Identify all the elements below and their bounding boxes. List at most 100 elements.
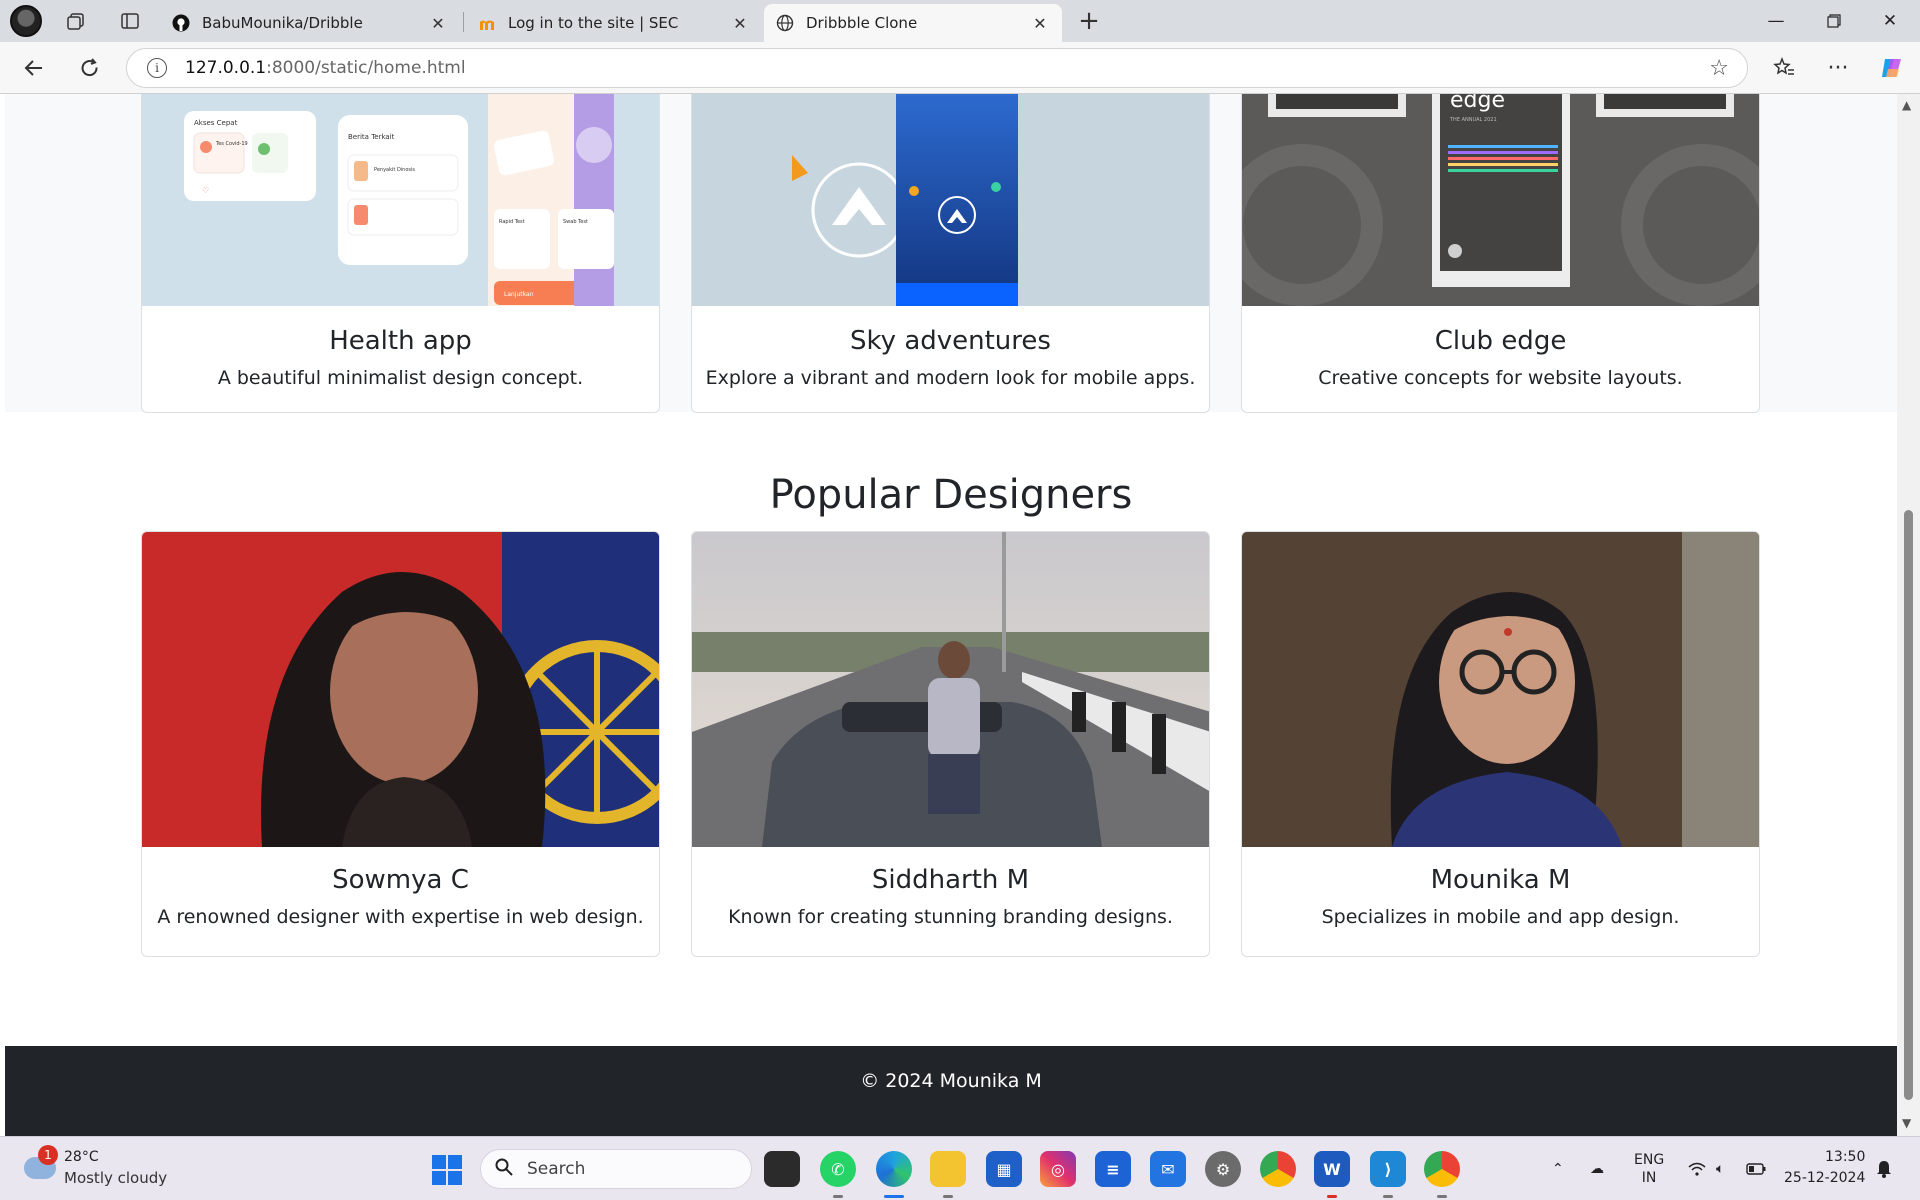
favorites-icon[interactable] [1766,50,1802,86]
shot-title: Club edge [1434,326,1567,356]
mock-text: edge [1450,94,1505,113]
language-code: ENG [1634,1152,1665,1168]
profile-avatar-icon[interactable] [10,5,42,37]
scrollbar-thumb[interactable] [1904,510,1913,1100]
workspaces-icon[interactable] [58,4,94,38]
file-explorer-icon[interactable] [930,1151,966,1187]
site-info-icon[interactable]: i [147,58,167,78]
wifi-icon[interactable] [1688,1137,1706,1200]
favorite-star-icon[interactable]: ☆ [1709,56,1729,81]
mock-text: ♡ [202,186,209,195]
designer-photo [692,532,1209,847]
shot-description: A beautiful minimalist design concept. [217,367,584,389]
designer-bio: A renowned designer with expertise in we… [157,906,644,928]
back-arrow-icon[interactable] [16,50,52,86]
tab-title: Log in to the site | SEC [508,14,679,32]
designer-bio: Known for creating stunning branding des… [728,906,1173,928]
notepad-icon[interactable]: ≡ [1095,1151,1131,1187]
word-icon[interactable]: W [1314,1151,1350,1187]
shot-title: Sky adventures [850,326,1051,356]
shot-card-health-app[interactable]: Akses Cepat Tes Covid-19 ♡ Berita Terkai… [141,94,660,413]
running-indicator [1327,1195,1337,1198]
url-path: :8000/static/home.html [266,58,466,78]
windows-start-icon[interactable] [432,1155,462,1185]
designer-card[interactable]: Mounika M Specializes in mobile and app … [1241,531,1760,957]
battery-icon[interactable] [1746,1137,1766,1200]
address-toolbar: i 127.0.0.1:8000/static/home.html ☆ ··· [0,42,1920,94]
mock-text: THE ANNUAL 2021 [1449,117,1497,123]
scroll-up-arrow-icon[interactable]: ▲ [1902,98,1911,112]
url-host: 127.0.0.1 [185,58,267,78]
volume-icon[interactable]: 🔈︎ [1716,1137,1724,1200]
site-footer: © 2024 Mounika M [5,1046,1897,1136]
shot-image [692,94,1209,306]
edge-browser-icon[interactable] [876,1151,912,1187]
shot-card-club-edge[interactable]: edge THE ANNUAL 2021 Club edge Creative … [1241,94,1760,413]
mock-text: Akses Cepat [194,119,238,127]
mail-icon[interactable]: ✉ [1150,1151,1186,1187]
designer-photo [1242,532,1759,847]
active-indicator [884,1195,904,1198]
more-menu-icon[interactable]: ··· [1820,50,1856,86]
close-window-icon[interactable]: ✕ [1862,0,1918,42]
popular-designers-heading: Popular Designers [769,472,1133,518]
vertical-tabs-icon[interactable] [112,4,148,38]
designer-name: Sowmya C [332,865,469,895]
shot-description: Creative concepts for website layouts. [1318,367,1683,389]
designer-photo [142,532,659,847]
globe-icon [776,14,794,32]
minimize-icon[interactable]: — [1748,0,1804,42]
mock-text: Berita Terkait [348,133,395,141]
close-tab-icon[interactable]: ✕ [1030,14,1050,33]
designer-card[interactable]: Sowmya C A renowned designer with expert… [141,531,660,957]
reload-icon[interactable] [72,50,108,86]
instagram-icon[interactable]: ◎ [1040,1151,1076,1187]
mock-text: Lanjutkan [504,291,534,298]
whatsapp-icon[interactable]: ✆ [820,1151,856,1187]
github-icon [172,14,190,32]
tab-title: BabuMounika/Dribble [202,14,363,32]
search-label: Search [527,1159,586,1179]
running-indicator [1383,1195,1393,1198]
running-indicator [943,1195,953,1198]
vscode-icon[interactable]: ⟩ [1370,1151,1406,1187]
shot-card-sky-adventures[interactable]: Sky adventures Explore a vibrant and mod… [691,94,1210,413]
chrome-icon[interactable] [1260,1151,1296,1187]
close-tab-icon[interactable]: ✕ [428,14,448,33]
designer-card[interactable]: Siddharth M Known for creating stunning … [691,531,1210,957]
copilot-icon[interactable] [1874,50,1910,86]
search-icon [495,1158,513,1181]
running-indicator [833,1195,843,1198]
mock-text: Swab Test [563,219,588,225]
language-indicator[interactable]: ENG IN [1634,1137,1664,1200]
system-clock[interactable]: 13:50 25-12-2024 [1784,1147,1865,1189]
weather-widget[interactable]: 1 28°C Mostly cloudy [20,1145,180,1191]
onedrive-icon[interactable]: ☁ [1590,1137,1604,1200]
designer-bio: Specializes in mobile and app design. [1321,906,1680,928]
page-scrollbar[interactable]: ▲ ▼ [1897,94,1920,1136]
shot-title: Health app [329,326,472,356]
settings-gear-icon[interactable]: ⚙ [1205,1151,1241,1187]
close-tab-icon[interactable]: ✕ [730,14,750,33]
shot-image: edge THE ANNUAL 2021 [1242,94,1759,306]
notifications-bell-icon[interactable] [1876,1137,1892,1200]
footer-copyright: © 2024 Mounika M [860,1070,1042,1092]
tab-dribbble-clone[interactable]: Dribbble Clone ✕ [764,4,1062,42]
microsoft-store-icon[interactable]: ▦ [986,1151,1022,1187]
taskbar-search[interactable]: Search [480,1149,752,1189]
mock-text: Tes Covid-19 [215,141,248,147]
running-indicator [1437,1195,1447,1198]
scroll-down-arrow-icon[interactable]: ▼ [1902,1116,1911,1130]
chrome-profile-icon[interactable] [1424,1151,1460,1187]
tray-overflow-chevron-up-icon[interactable]: ⌃ [1552,1137,1564,1200]
region-code: IN [1641,1170,1657,1186]
restore-icon[interactable] [1806,0,1862,42]
new-tab-plus-icon[interactable]: + [1072,6,1106,38]
tab-divider [463,12,464,32]
url-bar[interactable]: i 127.0.0.1:8000/static/home.html ☆ [126,48,1748,88]
clock-time: 13:50 [1825,1149,1866,1165]
notification-badge: 1 [38,1145,58,1165]
task-view-icon[interactable] [764,1151,800,1187]
tab-sec-login[interactable]: Log in to the site | SEC ✕ [466,4,762,42]
tab-github[interactable]: BabuMounika/Dribble ✕ [160,4,460,42]
